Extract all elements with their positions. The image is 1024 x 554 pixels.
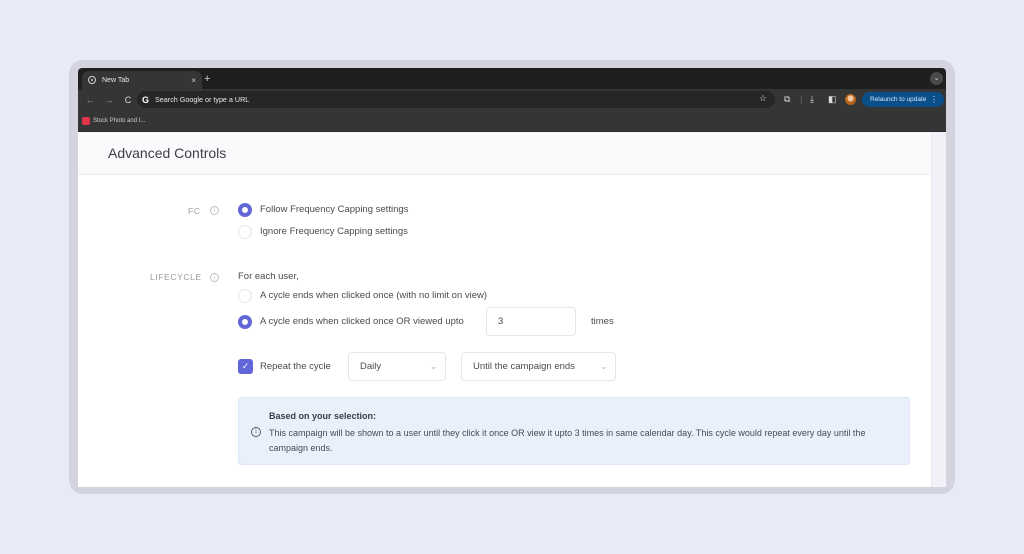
lifecycle-info-icon[interactable]: i — [210, 273, 219, 282]
tab-new-tab[interactable]: New Tab × — [82, 71, 202, 89]
lifecycle-click-once-radio[interactable] — [238, 289, 252, 303]
bookmark-item[interactable]: Stock Photo and I... — [93, 118, 145, 124]
lifecycle-click-or-view-radio[interactable] — [238, 315, 252, 329]
back-icon[interactable]: ← — [83, 95, 97, 105]
page-scrollbar[interactable] — [931, 132, 946, 487]
chevron-down-icon: ⌄ — [600, 362, 607, 371]
side-panel-icon[interactable]: ◧ — [828, 93, 837, 105]
fc-follow-radio[interactable] — [238, 203, 252, 217]
address-placeholder: Search Google or type a URL — [155, 95, 250, 104]
repeat-until-select[interactable]: Until the campaign ends ⌄ — [461, 352, 616, 381]
more-menu-icon[interactable]: ⋮ — [930, 95, 938, 104]
repeat-cycle-checkbox[interactable]: ✓ — [238, 359, 253, 374]
tab-title: New Tab — [102, 76, 130, 84]
view-limit-input[interactable]: 3 — [486, 307, 576, 336]
lifecycle-intro: For each user, — [238, 271, 299, 282]
fc-follow-label[interactable]: Follow Frequency Capping settings — [260, 204, 408, 215]
profile-avatar[interactable] — [845, 94, 856, 105]
close-tab-icon[interactable]: × — [191, 76, 196, 85]
lifecycle-click-or-view-label[interactable]: A cycle ends when clicked once OR viewed… — [260, 316, 464, 327]
bookmark-star-icon[interactable]: ☆ — [759, 93, 767, 104]
forward-icon[interactable]: → — [102, 95, 116, 105]
browser-toolbar: ← → C G Search Google or type a URL ☆ ⧉ … — [78, 89, 946, 110]
relaunch-to-update-button[interactable]: Relaunch to update ⋮ — [862, 92, 944, 107]
bookmark-favicon-icon — [82, 116, 90, 125]
address-bar[interactable]: G Search Google or type a URL ☆ — [137, 91, 775, 108]
repeat-frequency-value: Daily — [360, 361, 382, 372]
page-title: Advanced Controls — [108, 145, 227, 161]
repeat-frequency-select[interactable]: Daily ⌄ — [348, 352, 446, 381]
page-content: Advanced Controls FC i Follow Frequency … — [78, 132, 946, 487]
summary-text: This campaign will be shown to a user un… — [269, 428, 866, 453]
lifecycle-click-once-label[interactable]: A cycle ends when clicked once (with no … — [260, 290, 487, 301]
repeat-cycle-label[interactable]: Repeat the cycle — [260, 361, 331, 372]
tab-search-button[interactable]: ⌄ — [930, 72, 943, 85]
repeat-until-value: Until the campaign ends — [473, 361, 575, 372]
toolbar-divider: | — [800, 94, 803, 104]
new-tab-button[interactable]: + — [204, 71, 210, 87]
download-icon[interactable]: ⤓ — [810, 93, 814, 105]
chevron-down-icon: ⌄ — [430, 362, 437, 371]
summary-title: Based on your selection: — [269, 411, 377, 421]
lifecycle-label: LIFECYCLE — [150, 272, 202, 282]
fc-ignore-label[interactable]: Ignore Frequency Capping settings — [260, 226, 408, 237]
fc-info-icon[interactable]: i — [210, 206, 219, 215]
google-icon: G — [142, 94, 150, 105]
chrome-icon — [88, 76, 96, 84]
page-header: Advanced Controls — [78, 132, 931, 175]
selection-summary: i Based on your selection: This campaign… — [238, 397, 910, 465]
browser-window: New Tab × + ⌄ ← → C G Search Google or t… — [78, 68, 946, 487]
view-limit-suffix: times — [591, 316, 614, 327]
summary-info-icon: i — [251, 427, 261, 437]
fc-ignore-radio[interactable] — [238, 225, 252, 239]
tab-strip: New Tab × + ⌄ — [78, 68, 946, 89]
reload-icon[interactable]: C — [121, 95, 135, 105]
relaunch-label: Relaunch to update — [870, 96, 927, 103]
extensions-icon[interactable]: ⧉ — [784, 93, 790, 105]
fc-label: FC — [188, 206, 201, 216]
bookmarks-bar: Stock Photo and I... — [78, 110, 946, 132]
